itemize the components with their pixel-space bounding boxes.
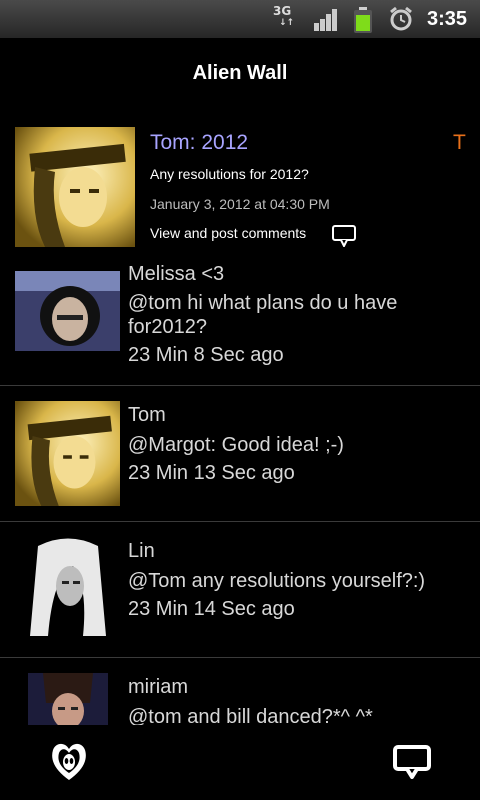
- status-bar: 3G ↓↑ 3:35: [0, 0, 480, 39]
- divider: [0, 657, 480, 658]
- data-arrows-icon: ↓↑: [279, 18, 295, 28]
- divider: [0, 385, 480, 386]
- comment-text-line: for2012?: [128, 316, 207, 338]
- view-comments-link[interactable]: View and post comments: [150, 225, 306, 241]
- comment-text-line: @tom hi what plans do u have: [128, 292, 398, 314]
- comment-icon[interactable]: [332, 225, 356, 247]
- post-date: January 3, 2012 at 04:30 PM: [150, 196, 330, 212]
- comment-author[interactable]: Melissa <3: [128, 263, 224, 286]
- comment-avatar[interactable]: [15, 401, 120, 506]
- post-title[interactable]: Tom: 2012: [150, 131, 248, 155]
- comment-author[interactable]: miriam: [128, 676, 188, 699]
- network-indicator: 3G ↓↑: [273, 5, 299, 33]
- post-text: Any resolutions for 2012?: [150, 166, 309, 182]
- comment-author[interactable]: Tom: [128, 404, 166, 427]
- comment-text: @Margot: Good idea! ;-): [128, 434, 344, 456]
- comment-time: 23 Min 13 Sec ago: [128, 462, 295, 484]
- comment-text: @Tom any resolutions yourself?:): [128, 570, 426, 592]
- comment-text: @tom hi what plans do u have for2012?: [128, 291, 397, 339]
- signal-icon: [314, 9, 337, 31]
- network-label: 3G: [273, 4, 292, 18]
- comment-avatar[interactable]: [28, 536, 108, 641]
- clock-time: 3:35: [427, 8, 468, 30]
- post-flag: T: [453, 131, 466, 154]
- comment-avatar[interactable]: [15, 271, 120, 376]
- comment-avatar[interactable]: [28, 673, 108, 725]
- comment-time: 23 Min 14 Sec ago: [128, 598, 295, 620]
- alien-logo-icon[interactable]: [47, 740, 91, 784]
- page-title: Alien Wall: [192, 62, 288, 84]
- divider: [0, 521, 480, 522]
- alarm-clock-icon: [390, 6, 412, 31]
- chat-icon[interactable]: [393, 745, 431, 779]
- battery-icon: [354, 7, 372, 33]
- post-avatar[interactable]: [15, 127, 135, 247]
- comment-time: 23 Min 8 Sec ago: [128, 344, 284, 366]
- comment-author[interactable]: Lin: [128, 540, 155, 563]
